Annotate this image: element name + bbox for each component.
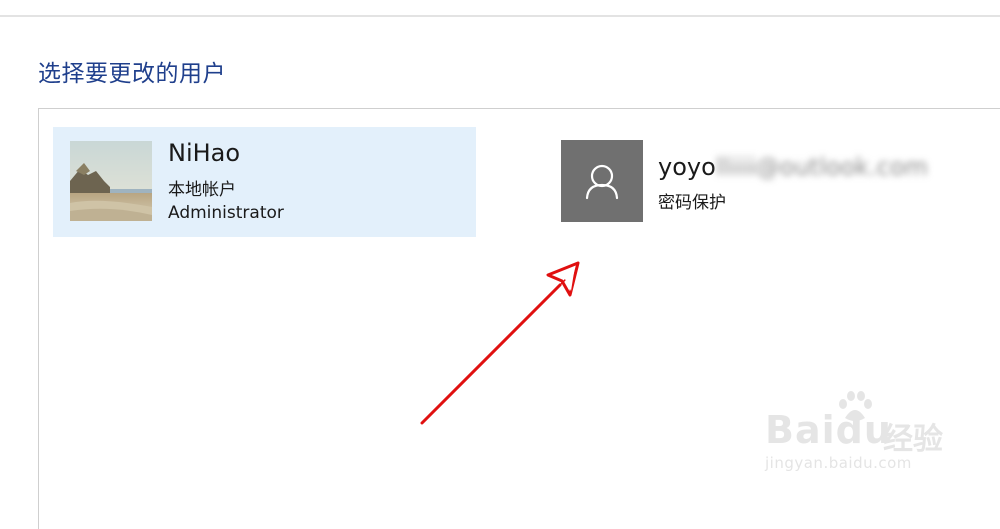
user-tile-nihao[interactable]: NiHao 本地帐户 Administrator — [53, 127, 476, 237]
avatar — [561, 140, 643, 222]
user-role-label: Administrator — [168, 203, 284, 223]
watermark-url: jingyan.baidu.com — [765, 454, 912, 472]
watermark-label: 经验 — [883, 422, 943, 457]
email-blurred-part: lliiii@outlook.com — [715, 153, 928, 181]
top-divider — [0, 15, 1000, 17]
annotation-arrow — [420, 261, 580, 425]
account-type-label: 本地帐户 — [168, 180, 236, 200]
user-email: yoyolliiii@outlook.com — [658, 153, 928, 181]
user-tile-microsoft-account[interactable]: yoyolliiii@outlook.com 密码保护 — [561, 140, 981, 222]
page-title: 选择要更改的用户 — [38, 61, 226, 87]
landscape-photo — [70, 141, 152, 221]
email-visible-part: yoyo — [658, 153, 716, 181]
user-silhouette-icon — [585, 164, 619, 200]
baidu-logo-text: Baidu — [765, 408, 892, 452]
password-protected-label: 密码保护 — [658, 193, 726, 213]
user-name: NiHao — [168, 139, 241, 167]
avatar — [70, 141, 152, 221]
baidu-watermark: Baidu 经验 jingyan.baidu.com — [765, 390, 955, 480]
